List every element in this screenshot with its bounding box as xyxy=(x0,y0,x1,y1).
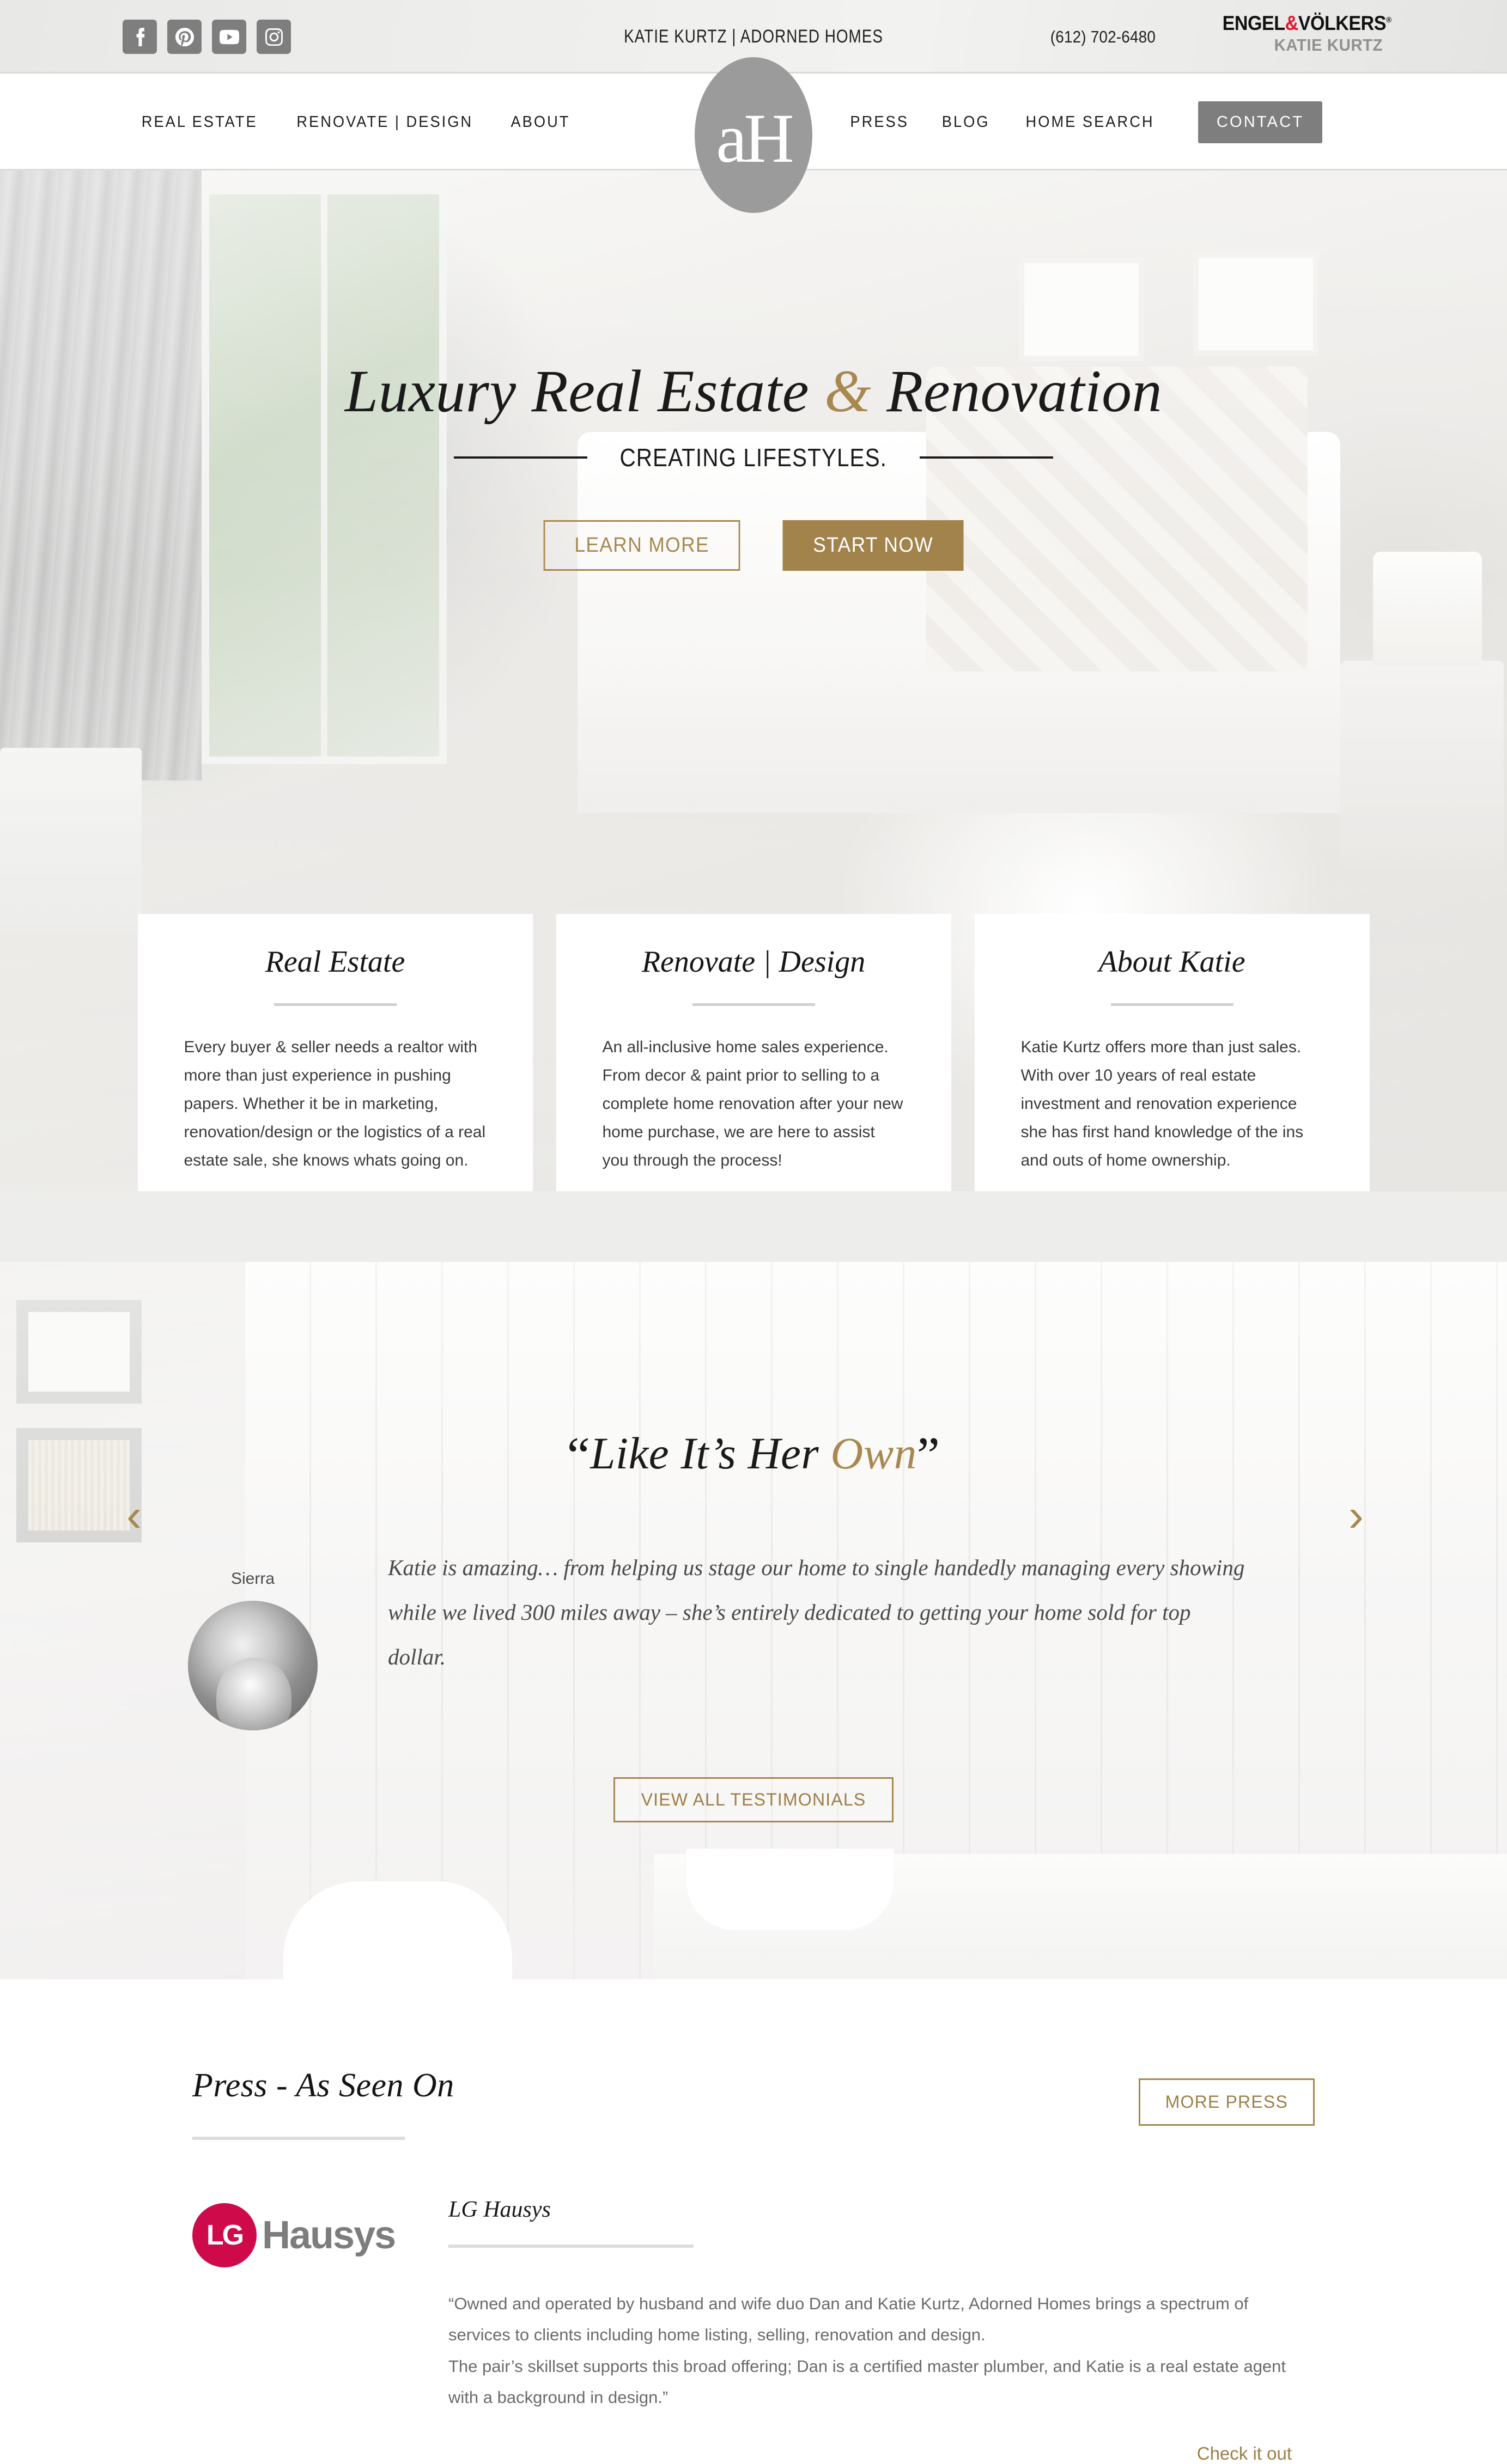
card-renovate-design: Renovate | Design An all-inclusive home … xyxy=(556,914,951,1191)
nav-real-estate[interactable]: REAL ESTATE xyxy=(142,113,258,131)
phone-number[interactable]: (612) 702-6480 xyxy=(1050,27,1156,47)
brand-volkers: VÖLKERS xyxy=(1298,12,1387,34)
card-body: Every buyer & seller needs a realtor wit… xyxy=(184,1038,486,1169)
card-body: An all-inclusive home sales experience. … xyxy=(602,1038,903,1169)
nav-about[interactable]: ABOUT xyxy=(511,113,570,131)
nav-renovate-design[interactable]: RENOVATE | DESIGN xyxy=(297,113,473,131)
card-body: Katie Kurtz offers more than just sales.… xyxy=(1020,1038,1304,1169)
close-quote-mark: ” xyxy=(916,1426,940,1484)
press-divider xyxy=(192,2137,405,2140)
press-quote-paragraph-1: “Owned and operated by husband and wife … xyxy=(448,2294,1249,2345)
brand-agent-name: KATIE KURTZ xyxy=(1274,35,1383,54)
nav-blog[interactable]: BLOG xyxy=(942,113,990,131)
adorned-homes-logo[interactable]: aH xyxy=(695,57,812,213)
testimonial-heading: “Like It’s Her Own” xyxy=(0,1425,1507,1485)
press-section: Press - As Seen On MORE PRESS LG Hausys … xyxy=(0,1979,1507,2464)
start-now-button[interactable]: START NOW xyxy=(782,520,964,571)
nav-left-group: REAL ESTATE RENOVATE | DESIGN ABOUT xyxy=(138,113,572,131)
hero-content: Luxury Real Estate & Renovation CREATING… xyxy=(0,170,1507,571)
hero-title-ampersand: & xyxy=(824,358,872,424)
hero-section: Luxury Real Estate & Renovation CREATING… xyxy=(0,170,1507,1191)
main-navigation: REAL ESTATE RENOVATE | DESIGN ABOUT aH P… xyxy=(0,57,1507,213)
press-text: LG Hausys “Owned and operated by husband… xyxy=(448,2197,1315,2464)
more-press-button[interactable]: MORE PRESS xyxy=(1138,2078,1315,2126)
testimonial-next-arrow-icon[interactable]: › xyxy=(1348,1492,1364,1538)
nav-right-group: PRESS BLOG HOME SEARCH CONTACT xyxy=(848,101,1323,143)
testimonial-avatar xyxy=(188,1601,318,1730)
testimonial-content: “Like It’s Her Own” Katie is amazing… fr… xyxy=(0,1262,1507,1822)
hero-title: Luxury Real Estate & Renovation xyxy=(0,361,1507,421)
press-quote-paragraph-2: The pair’s skillset supports this broad … xyxy=(448,2356,1286,2407)
service-cards: Real Estate Every buyer & seller needs a… xyxy=(0,914,1507,1191)
brand-ampersand: & xyxy=(1285,12,1299,34)
site-title: KATIE KURTZ | ADORNED HOMES xyxy=(624,26,883,47)
press-logo: LG Hausys xyxy=(192,2197,448,2464)
view-all-testimonials-button[interactable]: VIEW ALL TESTIMONIALS xyxy=(613,1777,894,1822)
hero-rule-left xyxy=(454,456,588,459)
lg-wordmark: Hausys xyxy=(262,2213,396,2257)
engel-volkers-logo[interactable]: ENGEL&VÖLKERS® KATIE KURTZ xyxy=(1208,12,1392,55)
lg-mark-icon: LG xyxy=(192,2203,257,2267)
logo-monogram: aH xyxy=(716,100,794,177)
brand-engel: ENGEL xyxy=(1222,12,1285,34)
card-about-katie: About Katie Katie Kurtz offers more than… xyxy=(974,914,1370,1191)
press-item: LG Hausys LG Hausys “Owned and operated … xyxy=(192,2197,1315,2464)
card-title: Real Estate xyxy=(265,945,405,979)
lg-hausys-logo: LG Hausys xyxy=(192,2203,448,2267)
press-outlet-name: LG Hausys xyxy=(448,2197,551,2222)
card-real-estate: Real Estate Every buyer & seller needs a… xyxy=(137,914,533,1191)
testimonial-heading-part1: Like It’s Her xyxy=(590,1428,831,1478)
card-divider xyxy=(274,1003,397,1007)
hero-title-part1: Luxury Real Estate xyxy=(344,358,825,424)
testimonial-heading-highlight: Own xyxy=(830,1428,917,1478)
nav-press[interactable]: PRESS xyxy=(850,113,908,131)
hero-title-part2: Renovation xyxy=(871,358,1163,424)
nav-home-search[interactable]: HOME SEARCH xyxy=(1025,113,1154,131)
lg-mark-text: LG xyxy=(206,2219,244,2251)
check-it-out-link[interactable]: Check it out xyxy=(1197,2443,1292,2463)
testimonial-section: “Like It’s Her Own” Katie is amazing… fr… xyxy=(0,1262,1507,1979)
card-divider xyxy=(692,1003,815,1007)
card-divider xyxy=(1110,1003,1233,1007)
learn-more-button[interactable]: LEARN MORE xyxy=(543,520,740,571)
hero-buttons: LEARN MORE START NOW xyxy=(0,520,1507,571)
registered-mark: ® xyxy=(1386,15,1391,25)
card-title: Renovate | Design xyxy=(641,945,866,979)
hero-subtitle-row: CREATING LIFESTYLES. xyxy=(0,443,1507,472)
testimonial-prev-arrow-icon[interactable]: ‹ xyxy=(126,1492,142,1538)
testimonial-author-name: Sierra xyxy=(230,1570,275,1588)
testimonial-button-wrap: VIEW ALL TESTIMONIALS xyxy=(0,1777,1507,1822)
press-outlet-divider xyxy=(448,2245,694,2248)
testimonial-quote: Katie is amazing… from helping us stage … xyxy=(388,1555,1245,1669)
hero-subtitle: CREATING LIFESTYLES. xyxy=(619,443,888,472)
section-spacer xyxy=(0,1191,1507,1262)
contact-button[interactable]: CONTACT xyxy=(1198,101,1323,143)
card-title: About Katie xyxy=(1098,945,1245,979)
press-link-wrap: Check it out xyxy=(448,2443,1315,2464)
hero-rule-right xyxy=(919,456,1053,459)
open-quote-mark: “ xyxy=(567,1426,591,1484)
press-inner: Press - As Seen On MORE PRESS LG Hausys … xyxy=(192,2066,1315,2464)
